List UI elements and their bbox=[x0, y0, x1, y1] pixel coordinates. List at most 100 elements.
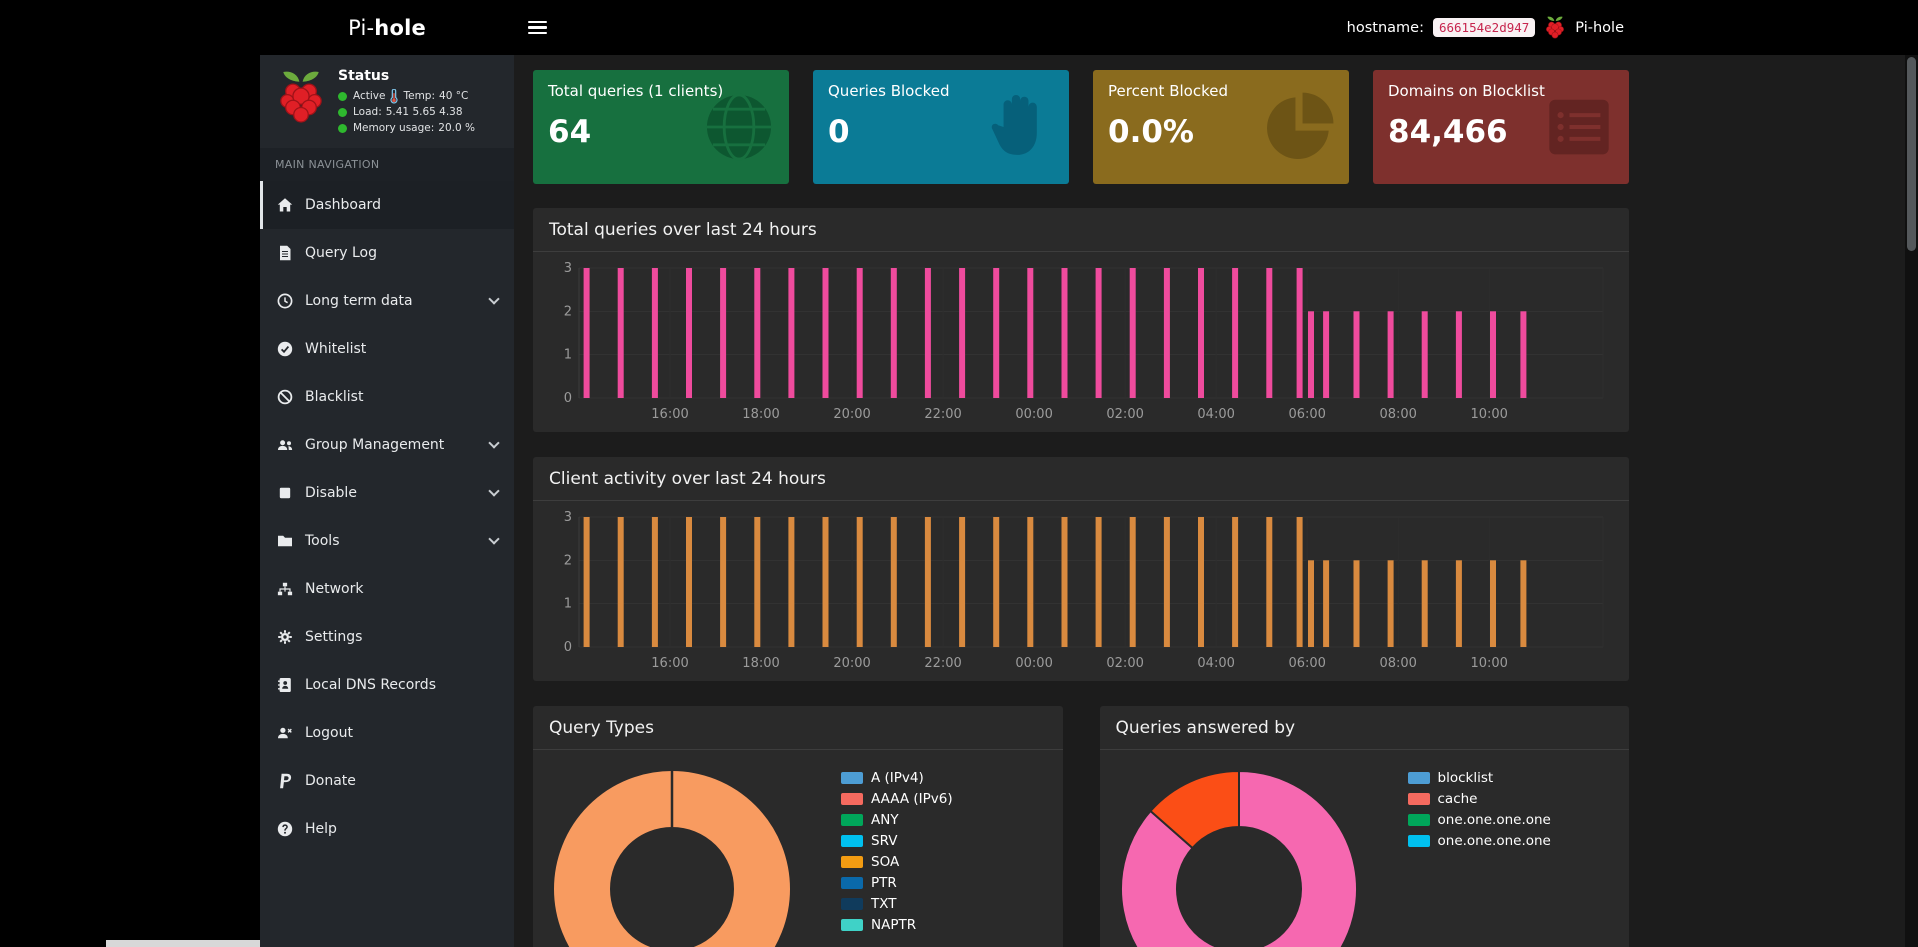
question-icon bbox=[276, 821, 294, 837]
card-title: Total queries (1 clients) bbox=[548, 82, 774, 100]
memory-label: Memory usage: bbox=[353, 120, 434, 136]
svg-text:02:00: 02:00 bbox=[1106, 656, 1143, 671]
gears-icon bbox=[276, 629, 294, 645]
thermometer-icon bbox=[389, 89, 399, 104]
svg-text:00:00: 00:00 bbox=[1015, 656, 1052, 671]
pihole-app: Pi-hole hostname: 666154e2d947 Pi-hole S… bbox=[260, 0, 1918, 947]
bottom-row: Query Types A (IPv4) AAAA (IPv6) ANY SRV SOA… bbox=[533, 706, 1629, 947]
sidebar-item-disable[interactable]: Disable bbox=[260, 469, 514, 517]
svg-text:04:00: 04:00 bbox=[1197, 407, 1234, 422]
legend-label: one.one.one.one bbox=[1438, 812, 1551, 828]
svg-text:2: 2 bbox=[564, 304, 572, 319]
ban-icon bbox=[276, 389, 294, 405]
load-label: Load: bbox=[353, 104, 382, 120]
sidebar-item-label: Whitelist bbox=[305, 341, 366, 357]
raspberry-logo bbox=[275, 68, 327, 136]
address-book-icon bbox=[276, 677, 294, 693]
status-info: Status Active Temp: 40 °C Load: 5.41 5.6… bbox=[338, 68, 475, 136]
card-value: 0.0% bbox=[1108, 114, 1334, 150]
sidebar-item-long-term-data[interactable]: Long term data bbox=[260, 277, 514, 325]
sidebar-item-whitelist[interactable]: Whitelist bbox=[260, 325, 514, 373]
navbar-brand-link[interactable]: Pi-hole bbox=[1575, 20, 1624, 36]
svg-text:16:00: 16:00 bbox=[651, 656, 688, 671]
legend-swatch bbox=[1408, 793, 1430, 805]
paypal-icon bbox=[276, 773, 294, 789]
legend-item-naptr[interactable]: NAPTR bbox=[841, 917, 953, 933]
legend-item-txt[interactable]: TXT bbox=[841, 896, 953, 912]
legend-swatch bbox=[841, 856, 863, 868]
summary-card-percent-blocked: Percent Blocked0.0% bbox=[1093, 70, 1349, 184]
svg-text:1: 1 bbox=[564, 597, 572, 612]
sidebar-item-dashboard[interactable]: Dashboard bbox=[260, 181, 514, 229]
temp-value: 40 °C bbox=[439, 88, 468, 104]
hamburger-menu-icon[interactable] bbox=[528, 18, 547, 37]
legend-item-soa[interactable]: SOA bbox=[841, 854, 953, 870]
legend-item-srv[interactable]: SRV bbox=[841, 833, 953, 849]
navbar-right: hostname: 666154e2d947 Pi-hole bbox=[1347, 0, 1624, 55]
sidebar-item-label: Local DNS Records bbox=[305, 677, 436, 693]
chevron-down-icon bbox=[488, 485, 499, 496]
svg-text:06:00: 06:00 bbox=[1288, 407, 1325, 422]
scrollbar-thumb[interactable] bbox=[1907, 57, 1916, 251]
total-queries-chart[interactable]: 012316:0018:0020:0022:0000:0002:0004:000… bbox=[545, 258, 1611, 426]
total-queries-chart-body: 012316:0018:0020:0022:0000:0002:0004:000… bbox=[533, 252, 1629, 432]
sidebar-item-network[interactable]: Network bbox=[260, 565, 514, 613]
sidebar-item-group-management[interactable]: Group Management bbox=[260, 421, 514, 469]
chevron-down-icon bbox=[488, 293, 499, 304]
card-value: 0 bbox=[828, 114, 1054, 150]
legend-label: SOA bbox=[871, 854, 899, 870]
raspberry-icon bbox=[1544, 15, 1566, 40]
legend-item-blocklist[interactable]: blocklist bbox=[1408, 770, 1551, 786]
svg-text:06:00: 06:00 bbox=[1288, 656, 1325, 671]
load-value: 5.41 5.65 4.38 bbox=[386, 104, 463, 120]
card-value: 64 bbox=[548, 114, 774, 150]
card-title: Domains on Blocklist bbox=[1388, 82, 1614, 100]
legend-item-one-one-one-one[interactable]: one.one.one.one bbox=[1408, 812, 1551, 828]
total-queries-title: Total queries over last 24 hours bbox=[533, 208, 1629, 252]
panel-total-queries: Total queries over last 24 hours 012316:… bbox=[533, 208, 1629, 432]
panel-client-activity: Client activity over last 24 hours 01231… bbox=[533, 457, 1629, 681]
legend-item-one-one-one-one[interactable]: one.one.one.one bbox=[1408, 833, 1551, 849]
sidebar-item-blacklist[interactable]: Blacklist bbox=[260, 373, 514, 421]
sidebar-item-label: Network bbox=[305, 581, 363, 597]
answered-by-donut[interactable] bbox=[1116, 766, 1362, 947]
sidebar-item-label: Blacklist bbox=[305, 389, 363, 405]
legend-label: cache bbox=[1438, 791, 1478, 807]
legend-swatch bbox=[1408, 835, 1430, 847]
sidebar-item-help[interactable]: Help bbox=[260, 805, 514, 853]
memory-value: 20.0 % bbox=[438, 120, 475, 136]
sidebar-item-donate[interactable]: Donate bbox=[260, 757, 514, 805]
status-ok-icon bbox=[338, 108, 347, 117]
scrollbar[interactable] bbox=[1905, 55, 1918, 947]
query-types-title: Query Types bbox=[533, 706, 1063, 750]
legend-item-any[interactable]: ANY bbox=[841, 812, 953, 828]
query-types-body: A (IPv4) AAAA (IPv6) ANY SRV SOA PTR TXT NAPTR bbox=[533, 750, 1063, 947]
svg-text:22:00: 22:00 bbox=[924, 407, 961, 422]
temp-label: Temp: bbox=[403, 88, 435, 104]
sidebar-item-tools[interactable]: Tools bbox=[260, 517, 514, 565]
legend-label: AAAA (IPv6) bbox=[871, 791, 953, 807]
sidebar-item-label: Long term data bbox=[305, 293, 413, 309]
sidebar-item-logout[interactable]: Logout bbox=[260, 709, 514, 757]
summary-card-total-queries-1-clients: Total queries (1 clients) 64 bbox=[533, 70, 789, 184]
query-types-donut[interactable] bbox=[549, 766, 795, 947]
legend-swatch bbox=[841, 772, 863, 784]
query-types-legend: A (IPv4) AAAA (IPv6) ANY SRV SOA PTR TXT NAPTR bbox=[841, 766, 953, 947]
sidebar-item-settings[interactable]: Settings bbox=[260, 613, 514, 661]
sidebar-item-query-log[interactable]: Query Log bbox=[260, 229, 514, 277]
legend-item-ptr[interactable]: PTR bbox=[841, 875, 953, 891]
legend-item-aaaa-ipv6[interactable]: AAAA (IPv6) bbox=[841, 791, 953, 807]
sidebar-logo-link[interactable]: Pi-hole bbox=[260, 0, 514, 55]
card-value: 84,466 bbox=[1388, 114, 1614, 150]
answered-by-title: Queries answered by bbox=[1100, 706, 1630, 750]
status-active-label: Active bbox=[353, 88, 385, 104]
sidebar-item-label: Help bbox=[305, 821, 337, 837]
check-circle-icon bbox=[276, 341, 294, 357]
chevron-down-icon bbox=[488, 437, 499, 448]
sidebar-item-local-dns-records[interactable]: Local DNS Records bbox=[260, 661, 514, 709]
sidebar-item-label: Disable bbox=[305, 485, 357, 501]
legend-item-cache[interactable]: cache bbox=[1408, 791, 1551, 807]
legend-item-a-ipv4[interactable]: A (IPv4) bbox=[841, 770, 953, 786]
legend-swatch bbox=[1408, 772, 1430, 784]
client-activity-chart[interactable]: 012316:0018:0020:0022:0000:0002:0004:000… bbox=[545, 507, 1611, 675]
